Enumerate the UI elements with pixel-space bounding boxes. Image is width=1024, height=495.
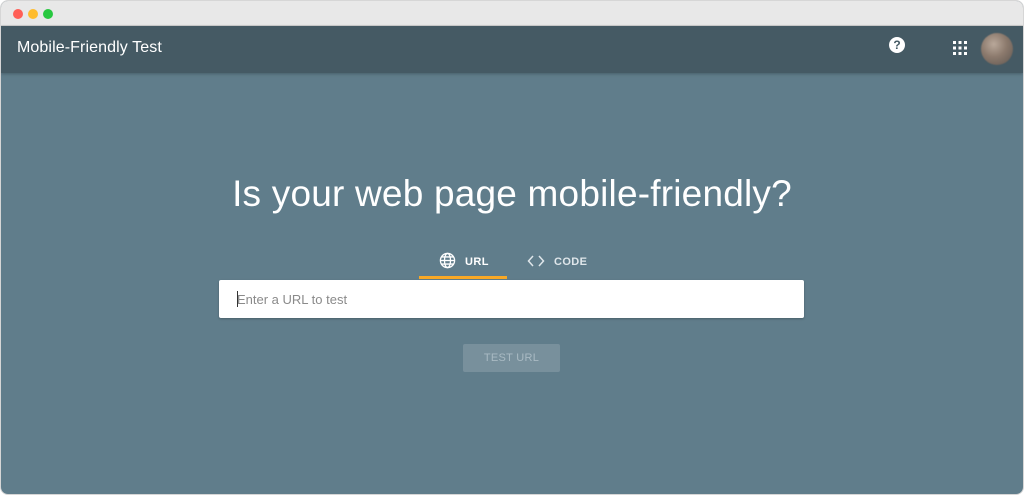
tab-code-label: CODE xyxy=(554,256,588,268)
account-avatar[interactable] xyxy=(981,33,1013,65)
help-icon[interactable]: ? xyxy=(889,37,905,53)
input-mode-tabs: URL CODE xyxy=(419,245,609,279)
url-input[interactable] xyxy=(219,280,804,318)
globe-icon xyxy=(439,252,456,272)
test-url-button[interactable]: TEST URL xyxy=(463,344,560,372)
maximize-window-button[interactable] xyxy=(43,9,53,19)
selected-tab-indicator xyxy=(419,276,507,279)
app-title: Mobile-Friendly Test xyxy=(17,39,162,56)
page-headline: Is your web page mobile-friendly? xyxy=(232,173,792,214)
minimize-window-button[interactable] xyxy=(28,9,38,19)
text-cursor xyxy=(237,291,238,307)
tab-url[interactable]: URL xyxy=(419,245,507,279)
code-brackets-icon xyxy=(527,254,545,271)
tab-url-label: URL xyxy=(465,256,489,268)
close-window-button[interactable] xyxy=(13,9,23,19)
browser-window: Mobile-Friendly Test ? Is your web page … xyxy=(0,0,1024,495)
tab-code[interactable]: CODE xyxy=(527,245,599,279)
app-bar: Mobile-Friendly Test ? xyxy=(1,26,1023,73)
window-titlebar xyxy=(1,1,1023,26)
apps-grid-icon[interactable] xyxy=(953,41,967,55)
